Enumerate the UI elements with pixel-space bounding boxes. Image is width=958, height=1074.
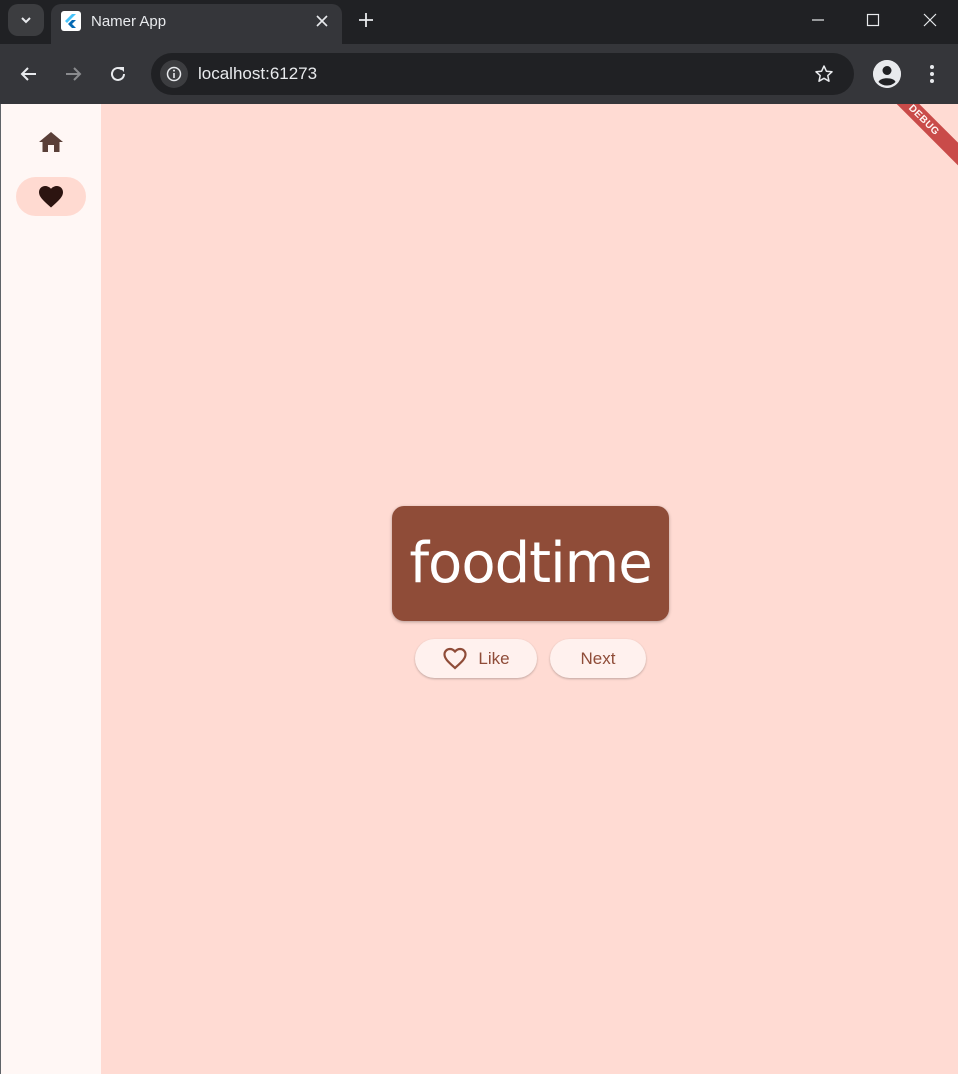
browser-tab[interactable]: Namer App (51, 4, 342, 44)
flutter-logo-icon (61, 11, 81, 31)
close-window-button[interactable] (902, 0, 958, 40)
like-button[interactable]: Like (415, 639, 537, 678)
maximize-button[interactable] (845, 0, 901, 40)
home-icon (39, 132, 63, 152)
tab-title: Namer App (91, 13, 167, 30)
close-icon (316, 15, 328, 27)
next-button[interactable]: Next (550, 639, 646, 678)
heart-filled-icon (39, 185, 63, 207)
url-text: localhost:61273 (198, 64, 318, 83)
site-info-button[interactable] (160, 60, 188, 88)
browser-menu-button[interactable] (920, 58, 944, 90)
tab-strip: Namer App (0, 0, 958, 44)
new-tab-button[interactable] (352, 6, 380, 34)
minimize-button[interactable] (790, 0, 846, 40)
address-bar[interactable]: localhost:61273 (151, 53, 854, 95)
arrow-left-icon (20, 67, 36, 81)
person-icon (873, 60, 901, 88)
next-button-label: Next (580, 648, 616, 668)
back-button[interactable] (13, 58, 45, 90)
close-icon (923, 13, 937, 27)
star-outline-icon (815, 65, 833, 82)
arrow-right-icon (66, 67, 82, 81)
app-viewport: foodtime Like Next DEBUG (0, 104, 958, 1074)
maximize-icon (866, 13, 880, 27)
reload-icon (111, 66, 125, 81)
rail-item-home[interactable] (16, 126, 86, 158)
bookmark-button[interactable] (811, 61, 837, 87)
tab-search-button[interactable] (8, 4, 44, 36)
word-pair-card: foodtime (392, 506, 669, 621)
chevron-down-icon (21, 17, 31, 24)
word-pair-text: foodtime (409, 531, 652, 596)
reload-button[interactable] (102, 58, 134, 90)
rail-item-favorites[interactable] (16, 177, 86, 216)
kebab-menu-icon (930, 65, 934, 83)
info-icon (166, 66, 182, 82)
tab-close-button[interactable] (311, 10, 333, 32)
navigation-rail (1, 104, 101, 1074)
minimize-icon (812, 19, 824, 21)
profile-button[interactable] (873, 60, 901, 88)
like-button-label: Like (478, 648, 510, 668)
forward-button[interactable] (57, 58, 89, 90)
browser-toolbar: localhost:61273 (0, 44, 958, 104)
plus-icon (359, 13, 373, 27)
heart-outline-icon (443, 647, 468, 670)
